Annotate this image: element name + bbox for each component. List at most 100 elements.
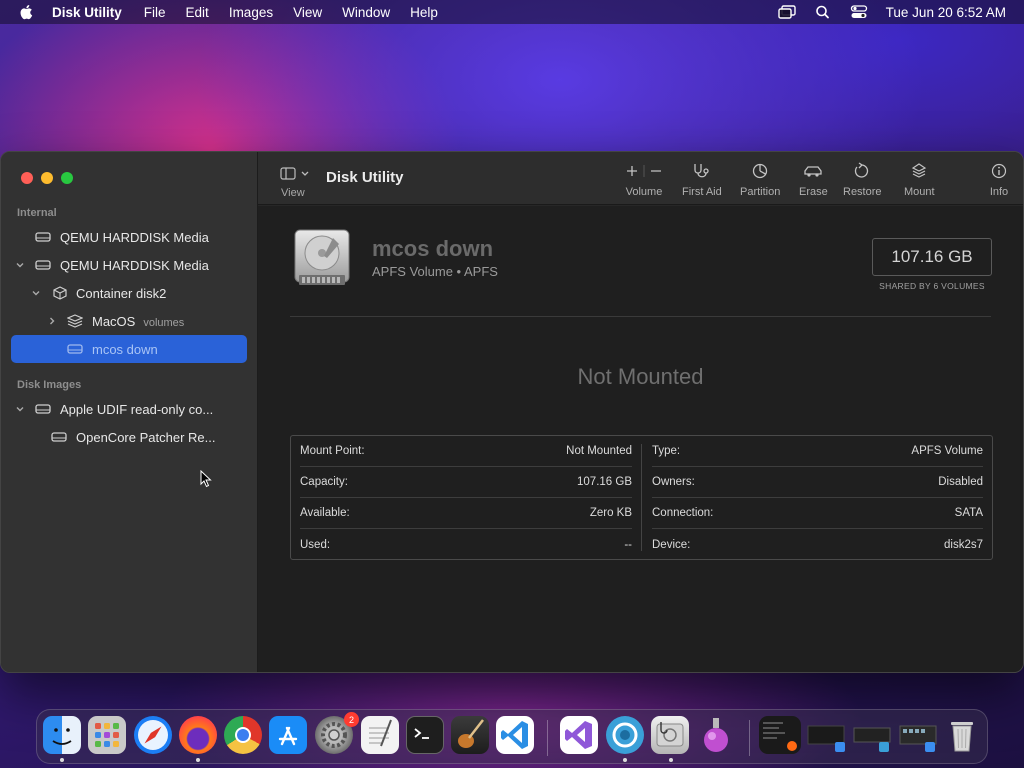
window-thumbnail-icon (899, 725, 937, 752)
info-key: Owners: (652, 476, 695, 488)
info-column-separator (641, 444, 642, 551)
partition-button[interactable]: Partition (740, 162, 780, 202)
view-label: View (281, 187, 305, 199)
vscode-icon[interactable] (496, 716, 534, 754)
sidebar-item-qemu-disk-2[interactable]: QEMU HARDDISK Media (11, 251, 247, 279)
info-key: Capacity: (300, 476, 348, 488)
mount-status: Not Mounted (577, 364, 704, 389)
terminal-icon[interactable] (406, 716, 444, 754)
menu-app-name[interactable]: Disk Utility (52, 5, 122, 20)
spotlight-search-icon[interactable] (814, 5, 832, 19)
chrome-icon[interactable] (224, 716, 262, 754)
firefox-icon[interactable] (179, 716, 217, 754)
terminal-prompt-icon (414, 728, 429, 739)
zoom-button[interactable] (61, 172, 73, 184)
info-key: Available: (300, 507, 350, 519)
toolbar: View Disk Utility Volume First Aid Parti… (258, 152, 1023, 205)
unknown-flask-icon[interactable] (697, 716, 735, 754)
minimized-window-thumbnail[interactable] (805, 716, 847, 754)
minimize-button[interactable] (41, 172, 53, 184)
volume-info-table: Mount Point: Not Mounted Capacity: 107.1… (290, 435, 993, 560)
menu-file[interactable]: File (144, 5, 166, 20)
restore-button[interactable]: Restore (843, 162, 882, 202)
info-key: Connection: (652, 507, 714, 519)
safari-icon[interactable] (134, 716, 172, 754)
running-indicator (623, 758, 627, 762)
volume-stack-icon (67, 314, 83, 328)
info-row-connection: Connection: SATA (652, 498, 983, 529)
info-row-capacity: Capacity: 107.16 GB (300, 467, 632, 498)
opencore-icon[interactable] (606, 716, 644, 754)
chevron-down-icon[interactable] (31, 288, 41, 298)
garageband-icon[interactable] (451, 716, 489, 754)
volume-button[interactable]: Volume (622, 162, 666, 202)
sidebar-item-opencore-patcher[interactable]: OpenCore Patcher Re... (11, 423, 247, 451)
sidebar-item-label: QEMU HARDDISK Media (60, 257, 209, 273)
trash-icon[interactable] (943, 716, 981, 754)
menu-help[interactable]: Help (410, 5, 438, 20)
app-store-icon[interactable] (269, 716, 307, 754)
info-value: disk2s7 (944, 538, 983, 551)
hard-disk-icon (51, 432, 67, 442)
dock: 2 (36, 709, 988, 764)
sidebar-item-macos[interactable]: MacOS volumes (11, 307, 247, 335)
sidebar-section-disk-images: Disk Images (17, 379, 82, 391)
textedit-icon[interactable] (361, 716, 399, 754)
chevron-right-icon[interactable] (47, 316, 57, 326)
eraser-car-icon (804, 166, 823, 177)
finder-icon[interactable] (43, 716, 81, 754)
minimized-window-thumbnail[interactable] (897, 716, 939, 754)
info-row-used: Used: -- (300, 529, 632, 560)
chevron-down-icon[interactable] (15, 260, 25, 270)
sidebar-item-label: mcos down (92, 341, 158, 357)
running-indicator (60, 758, 64, 762)
running-indicator (669, 758, 673, 762)
mount-button[interactable]: Mount (904, 162, 935, 202)
disk-utility-icon[interactable] (651, 716, 689, 754)
erase-button[interactable]: Erase (799, 162, 828, 202)
control-center-icon[interactable] (850, 5, 868, 19)
first-aid-button[interactable]: First Aid (682, 162, 722, 202)
screen-mirroring-icon[interactable] (777, 5, 796, 19)
internal-drive-icon (294, 229, 350, 285)
sidebar-item-container-disk2[interactable]: Container disk2 (11, 279, 247, 307)
menu-window[interactable]: Window (342, 5, 390, 20)
minimized-window-thumbnail[interactable] (759, 716, 801, 754)
vscode-logo-icon (501, 721, 528, 749)
dock-separator (749, 720, 750, 756)
apple-menu-icon[interactable] (18, 3, 36, 21)
hard-disk-icon (35, 260, 51, 270)
system-settings-icon[interactable]: 2 (315, 712, 359, 754)
hard-disk-icon (35, 404, 51, 414)
info-row-mount-point: Mount Point: Not Mounted (300, 436, 632, 467)
sidebar-item-label: Container disk2 (76, 285, 167, 301)
menu-clock[interactable]: Tue Jun 20 6:52 AM (886, 5, 1006, 20)
sidebar-item-qemu-disk-1[interactable]: QEMU HARDDISK Media (11, 223, 247, 251)
close-button[interactable] (21, 172, 33, 184)
info-key: Used: (300, 538, 331, 551)
compass-icon (138, 720, 168, 750)
menu-view[interactable]: View (293, 5, 322, 20)
sidebar-item-apple-udif[interactable]: Apple UDIF read-only co... (11, 395, 247, 423)
sidebar-item-mcos-down[interactable]: mcos down (11, 335, 247, 363)
trash-can-icon (951, 722, 973, 752)
pie-chart-icon (753, 163, 768, 179)
mount-button-label: Mount (904, 186, 935, 198)
notification-badge: 2 (344, 712, 359, 727)
window-controls (21, 172, 81, 184)
info-key: Mount Point: (300, 445, 365, 457)
volume-size-caption: SHARED BY 6 VOLUMES (879, 281, 985, 291)
menu-images[interactable]: Images (229, 5, 273, 20)
chevron-down-icon[interactable] (15, 404, 25, 414)
info-value: Zero KB (589, 507, 632, 519)
mouse-pointer-icon (200, 470, 212, 488)
info-button[interactable]: Info (988, 162, 1010, 202)
visual-studio-icon[interactable] (560, 716, 598, 754)
minimized-window-thumbnail[interactable] (851, 716, 893, 754)
sidebar-toggle-icon[interactable] (280, 166, 314, 182)
launchpad-icon[interactable] (88, 716, 126, 754)
disk-stethoscope-icon (656, 722, 684, 747)
menu-edit[interactable]: Edit (186, 5, 209, 20)
guitar-icon (458, 719, 484, 748)
info-row-available: Available: Zero KB (300, 498, 632, 529)
